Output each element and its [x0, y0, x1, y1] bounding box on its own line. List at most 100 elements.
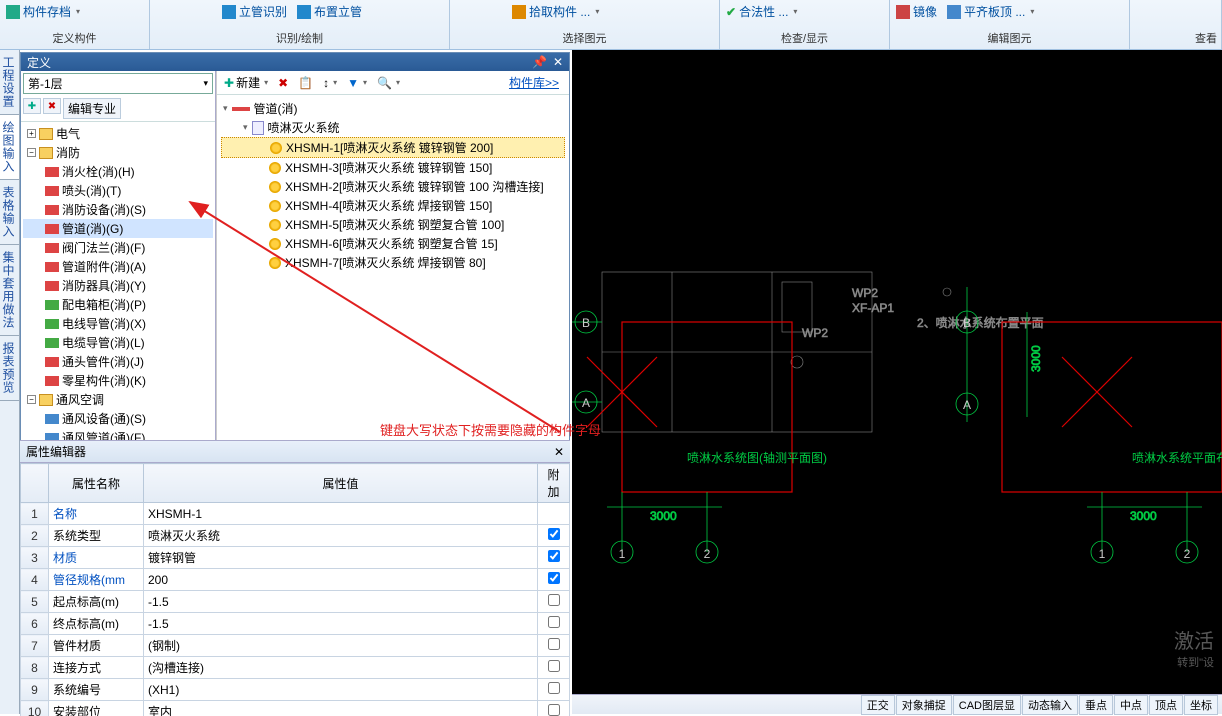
tab-table-input[interactable]: 表格输入 — [0, 180, 19, 245]
status-cadlayer[interactable]: CAD图层显 — [953, 695, 1021, 715]
extra-checkbox[interactable] — [548, 638, 560, 650]
prop-value[interactable]: 200 — [144, 569, 538, 591]
component-item[interactable]: ▾喷淋灭火系统 — [221, 118, 565, 137]
tree-item[interactable]: 喷头(消)(T) — [23, 181, 213, 200]
delete-comp-button[interactable]: ✖ — [275, 75, 291, 91]
delete-button[interactable]: ✖ — [43, 98, 61, 114]
status-coord[interactable]: 坐标 — [1184, 695, 1218, 715]
new-button[interactable]: ✚新建▾ — [221, 73, 271, 92]
component-item[interactable]: XHSMH-3[喷淋灭火系统 镀锌钢管 150] — [221, 158, 565, 177]
extra-checkbox[interactable] — [548, 594, 560, 606]
riser-recognize-button[interactable]: 立管识别 — [220, 2, 289, 21]
collapse-icon[interactable]: ▾ — [223, 103, 228, 114]
svg-text:WP2: WP2 — [852, 286, 878, 300]
status-dyninput[interactable]: 动态输入 — [1022, 695, 1078, 715]
edit-profession-button[interactable]: 编辑专业 — [63, 98, 121, 119]
component-item[interactable]: ▾管道(消) — [221, 99, 565, 118]
close-icon[interactable]: ✕ — [553, 55, 563, 69]
tree-item[interactable]: 通头管件(消)(J) — [23, 352, 213, 371]
status-osnap[interactable]: 对象捕捉 — [896, 695, 952, 715]
pick-component-button[interactable]: 拾取构件 ...▾ — [510, 2, 601, 21]
property-row[interactable]: 6终点标高(m)-1.5 — [21, 613, 570, 635]
extra-checkbox[interactable] — [548, 616, 560, 628]
extra-checkbox[interactable] — [548, 572, 560, 584]
tree-folder[interactable]: −消防 — [23, 143, 213, 162]
prop-value[interactable]: (钢制) — [144, 635, 538, 657]
property-row[interactable]: 4管径规格(mm200 — [21, 569, 570, 591]
copy-button[interactable]: 📋 — [295, 75, 316, 91]
component-item[interactable]: XHSMH-6[喷淋灭火系统 钢塑复合管 15] — [221, 234, 565, 253]
status-perp[interactable]: 垂点 — [1079, 695, 1113, 715]
tree-folder[interactable]: −通风空调 — [23, 390, 213, 409]
tree-item[interactable]: 管道(消)(G) — [23, 219, 213, 238]
prop-value[interactable]: (沟槽连接) — [144, 657, 538, 679]
prop-value[interactable]: -1.5 — [144, 613, 538, 635]
property-row[interactable]: 2系统类型喷淋灭火系统 — [21, 525, 570, 547]
pin-icon[interactable]: 📌 — [532, 55, 547, 69]
prop-value[interactable]: (XH1) — [144, 679, 538, 701]
add-button[interactable]: ✚ — [23, 98, 41, 114]
floor-selector[interactable]: 第-1层 ▾ — [23, 73, 213, 94]
tree-item[interactable]: 电线导管(消)(X) — [23, 314, 213, 333]
tree-item[interactable]: 消防设备(消)(S) — [23, 200, 213, 219]
align-slab-button[interactable]: 平齐板顶 ...▾ — [945, 2, 1036, 21]
tree-item[interactable]: 消火栓(消)(H) — [23, 162, 213, 181]
component-item[interactable]: XHSMH-7[喷淋灭火系统 焊接钢管 80] — [221, 253, 565, 272]
cad-viewport[interactable]: WP2 XF-AP1 WP2 3000 1 2 B A 喷淋水系统图(轴测平面图… — [572, 50, 1222, 694]
property-row[interactable]: 1名称XHSMH-1 — [21, 503, 570, 525]
validity-button[interactable]: ✔合法性 ...▾ — [724, 2, 799, 21]
prop-value[interactable]: -1.5 — [144, 591, 538, 613]
category-tree[interactable]: +电气−消防消火栓(消)(H)喷头(消)(T)消防设备(消)(S)管道(消)(G… — [21, 122, 215, 441]
tree-item[interactable]: 配电箱柜(消)(P) — [23, 295, 213, 314]
property-row[interactable]: 7管件材质(钢制) — [21, 635, 570, 657]
component-item[interactable]: XHSMH-2[喷淋灭火系统 镀锌钢管 100 沟槽连接] — [221, 177, 565, 196]
extra-checkbox[interactable] — [548, 704, 560, 716]
property-row[interactable]: 5起点标高(m)-1.5 — [21, 591, 570, 613]
status-vertex[interactable]: 顶点 — [1149, 695, 1183, 715]
extra-checkbox[interactable] — [548, 528, 560, 540]
search-button[interactable]: 🔍▾ — [374, 75, 403, 91]
tree-item[interactable]: 通风设备(通)(S) — [23, 409, 213, 428]
prop-value[interactable]: 喷淋灭火系统 — [144, 525, 538, 547]
tab-draw-input[interactable]: 绘图输入 — [0, 115, 19, 180]
component-library-link[interactable]: 构件库>> — [509, 74, 565, 91]
tree-item[interactable]: 管道附件(消)(A) — [23, 257, 213, 276]
folder-icon — [39, 147, 53, 159]
expand-icon[interactable]: − — [27, 395, 36, 404]
tree-folder[interactable]: +电气 — [23, 124, 213, 143]
tree-label: 通风设备(通)(S) — [62, 410, 146, 427]
tree-item[interactable]: 零星构件(消)(K) — [23, 371, 213, 390]
property-titlebar[interactable]: 属性编辑器 ✕ — [20, 441, 570, 463]
extra-checkbox[interactable] — [548, 550, 560, 562]
prop-value[interactable]: 镀锌钢管 — [144, 547, 538, 569]
expand-icon[interactable]: + — [27, 129, 36, 138]
close-icon[interactable]: ✕ — [554, 445, 564, 459]
archive-button[interactable]: 构件存档▾ — [4, 2, 82, 21]
property-grid[interactable]: 属性名称 属性值 附加 1名称XHSMH-12系统类型喷淋灭火系统3材质镀锌钢管… — [20, 463, 570, 716]
tab-batch-method[interactable]: 集中套用做法 — [0, 245, 19, 336]
property-row[interactable]: 9系统编号(XH1) — [21, 679, 570, 701]
place-riser-button[interactable]: 布置立管 — [295, 2, 364, 21]
extra-checkbox[interactable] — [548, 682, 560, 694]
expand-icon[interactable]: − — [27, 148, 36, 157]
component-item[interactable]: XHSMH-5[喷淋灭火系统 钢塑复合管 100] — [221, 215, 565, 234]
filter-button[interactable]: ▼▾ — [344, 75, 370, 91]
status-ortho[interactable]: 正交 — [861, 695, 895, 715]
extra-checkbox[interactable] — [548, 660, 560, 672]
definition-titlebar[interactable]: 定义 📌 ✕ — [21, 53, 569, 71]
mirror-button[interactable]: 镜像 — [894, 2, 939, 21]
status-mid[interactable]: 中点 — [1114, 695, 1148, 715]
property-row[interactable]: 3材质镀锌钢管 — [21, 547, 570, 569]
prop-value[interactable]: XHSMH-1 — [144, 503, 538, 525]
component-tree[interactable]: ▾管道(消)▾喷淋灭火系统XHSMH-1[喷淋灭火系统 镀锌钢管 200]XHS… — [217, 95, 569, 441]
tree-item[interactable]: 阀门法兰(消)(F) — [23, 238, 213, 257]
tree-item[interactable]: 消防器具(消)(Y) — [23, 276, 213, 295]
component-item[interactable]: XHSMH-4[喷淋灭火系统 焊接钢管 150] — [221, 196, 565, 215]
sort-button[interactable]: ↕▾ — [320, 75, 340, 91]
tab-project-settings[interactable]: 工程设置 — [0, 50, 19, 115]
tab-report-preview[interactable]: 报表预览 — [0, 336, 19, 401]
property-row[interactable]: 8连接方式(沟槽连接) — [21, 657, 570, 679]
tree-item[interactable]: 电缆导管(消)(L) — [23, 333, 213, 352]
collapse-icon[interactable]: ▾ — [243, 122, 248, 133]
component-item[interactable]: XHSMH-1[喷淋灭火系统 镀锌钢管 200] — [221, 137, 565, 158]
